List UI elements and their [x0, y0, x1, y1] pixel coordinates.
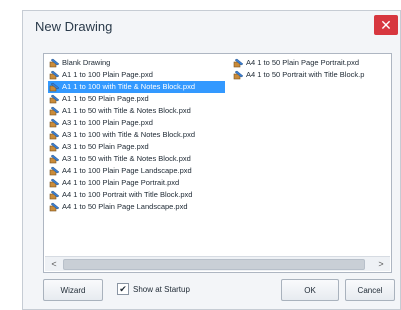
drawing-file-icon: [49, 142, 60, 152]
drawing-file-icon: [49, 70, 60, 80]
drawing-file-icon: [49, 106, 60, 116]
drawing-file-icon: [49, 166, 60, 176]
new-drawing-dialog: New Drawing ✕ Blank Drawing A1 1 to 100 P…: [22, 10, 401, 310]
drawing-file-icon: [49, 202, 60, 212]
template-list-item[interactable]: A1 1 to 100 with Title & Notes Block.pxd: [48, 81, 225, 93]
dialog-title: New Drawing: [35, 19, 113, 34]
drawing-file-icon: [233, 70, 244, 80]
template-item-label: A3 1 to 100 with Title & Notes Block.pxd: [62, 130, 195, 139]
drawing-file-icon: [49, 130, 60, 140]
scroll-thumb[interactable]: [63, 259, 365, 270]
template-list-item[interactable]: A4 1 to 50 Portrait with Title Block.p: [232, 69, 391, 81]
template-item-label: A1 1 to 100 with Title & Notes Block.pxd: [62, 82, 195, 91]
template-item-label: A4 1 to 100 Portrait with Title Block.px…: [62, 190, 193, 199]
template-list-item[interactable]: A4 1 to 50 Plain Page Portrait.pxd: [232, 57, 391, 69]
show-at-startup-checkbox[interactable]: ✔: [117, 283, 129, 295]
drawing-file-icon: [49, 154, 60, 164]
drawing-file-icon: [49, 190, 60, 200]
close-icon: ✕: [380, 17, 392, 33]
template-column-2: A4 1 to 50 Plain Page Portrait.pxd A4 1 t…: [232, 57, 391, 81]
horizontal-scrollbar[interactable]: < >: [45, 256, 390, 271]
drawing-file-icon: [49, 118, 60, 128]
template-item-label: A3 1 to 50 Plain Page.pxd: [62, 142, 149, 151]
drawing-file-icon: [233, 58, 244, 68]
template-list[interactable]: Blank Drawing A1 1 to 100 Plain Page.pxd A…: [43, 53, 392, 273]
template-list-item[interactable]: A4 1 to 50 Plain Page Landscape.pxd: [48, 201, 228, 213]
template-list-item[interactable]: A3 1 to 50 with Title & Notes Block.pxd: [48, 153, 228, 165]
template-list-item[interactable]: A4 1 to 100 Portrait with Title Block.px…: [48, 189, 228, 201]
template-list-item[interactable]: A1 1 to 50 Plain Page.pxd: [48, 93, 228, 105]
template-list-item[interactable]: Blank Drawing: [48, 57, 228, 69]
scroll-left-icon[interactable]: <: [47, 257, 61, 271]
template-item-label: A4 1 to 100 Plain Page Landscape.pxd: [62, 166, 192, 175]
show-at-startup-label: Show at Startup: [133, 284, 190, 294]
template-item-label: A4 1 to 50 Plain Page Landscape.pxd: [62, 202, 188, 211]
template-item-label: A4 1 to 100 Plain Page Portrait.pxd: [62, 178, 180, 187]
template-list-item[interactable]: A3 1 to 50 Plain Page.pxd: [48, 141, 228, 153]
template-list-item[interactable]: A1 1 to 50 with Title & Notes Block.pxd: [48, 105, 228, 117]
template-list-item[interactable]: A1 1 to 100 Plain Page.pxd: [48, 69, 228, 81]
show-at-startup-toggle[interactable]: ✔ Show at Startup: [117, 283, 190, 295]
template-item-label: A3 1 to 50 with Title & Notes Block.pxd: [62, 154, 191, 163]
template-item-label: Blank Drawing: [62, 58, 111, 67]
scroll-right-icon[interactable]: >: [374, 257, 388, 271]
cancel-button[interactable]: Cancel: [345, 279, 395, 301]
template-list-item[interactable]: A3 1 to 100 with Title & Notes Block.pxd: [48, 129, 228, 141]
template-item-label: A4 1 to 50 Plain Page Portrait.pxd: [246, 58, 359, 67]
template-item-label: A4 1 to 50 Portrait with Title Block.p: [246, 70, 365, 79]
ok-button[interactable]: OK: [281, 279, 339, 301]
drawing-file-icon: [49, 94, 60, 104]
template-column-1: Blank Drawing A1 1 to 100 Plain Page.pxd A…: [48, 57, 228, 213]
wizard-button[interactable]: Wizard: [43, 279, 103, 301]
template-item-label: A1 1 to 50 Plain Page.pxd: [62, 94, 149, 103]
drawing-file-icon: [49, 178, 60, 188]
drawing-file-icon: [49, 82, 60, 92]
template-list-item[interactable]: A4 1 to 100 Plain Page Landscape.pxd: [48, 165, 228, 177]
title-bar: New Drawing ✕: [23, 11, 400, 43]
drawing-file-icon: [49, 58, 60, 68]
template-list-item[interactable]: A4 1 to 100 Plain Page Portrait.pxd: [48, 177, 228, 189]
close-button[interactable]: ✕: [374, 15, 398, 35]
template-list-item[interactable]: A3 1 to 100 Plain Page.pxd: [48, 117, 228, 129]
template-item-label: A1 1 to 100 Plain Page.pxd: [62, 70, 153, 79]
template-item-label: A3 1 to 100 Plain Page.pxd: [62, 118, 153, 127]
template-item-label: A1 1 to 50 with Title & Notes Block.pxd: [62, 106, 191, 115]
